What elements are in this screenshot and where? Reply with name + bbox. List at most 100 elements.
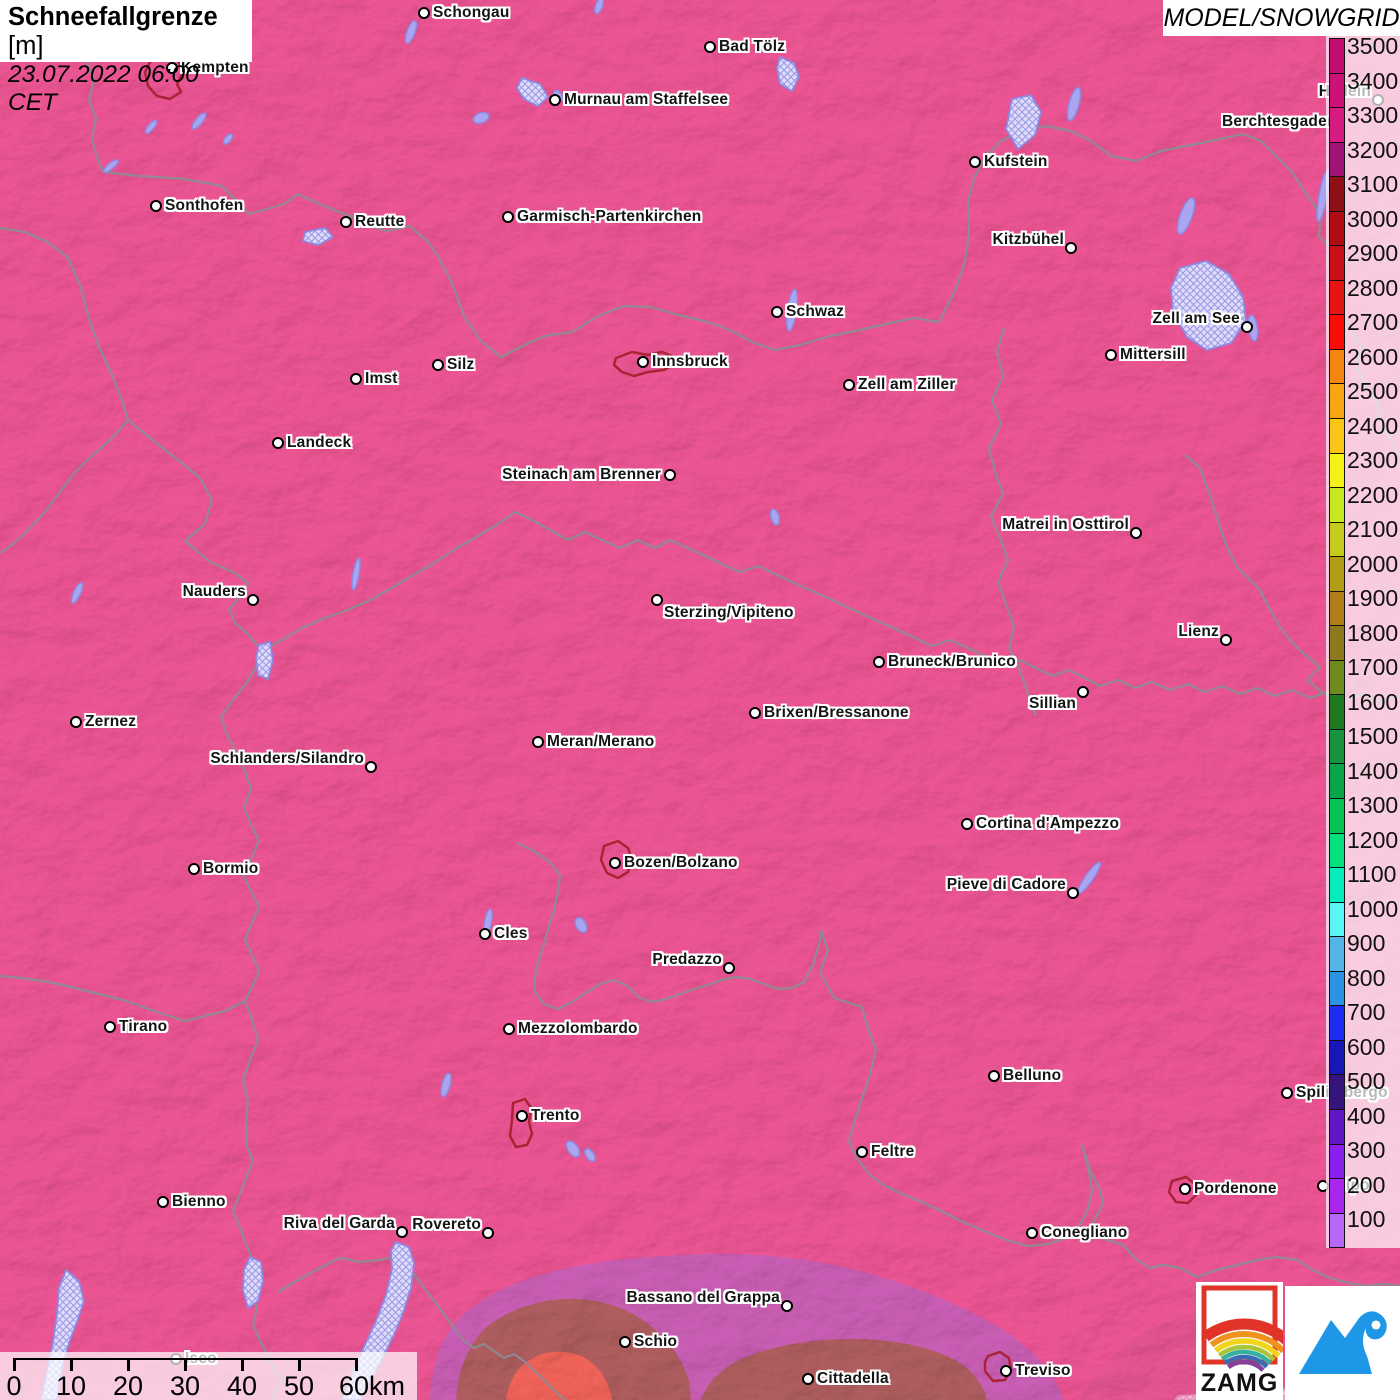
- city-dot: [501, 210, 514, 223]
- legend-color-segment: [1330, 488, 1344, 523]
- city-dot: [156, 1195, 169, 1208]
- title-box: Schneefallgrenze [m] 23.07.2022 06:00 CE…: [0, 0, 252, 116]
- legend-colorbar: [1329, 38, 1345, 1248]
- city-label: Imst: [365, 370, 398, 387]
- legend-tick-label: 3000: [1347, 206, 1399, 232]
- city-dot: [1240, 320, 1253, 333]
- city-label: Innsbruck: [652, 353, 728, 370]
- legend-tick-label: 100: [1347, 1206, 1386, 1232]
- city-dot: [1219, 633, 1232, 646]
- legend-tick-label: 500: [1347, 1068, 1386, 1094]
- legend-tick-label: 2700: [1347, 309, 1399, 335]
- city-dot: [636, 355, 649, 368]
- city-label: Bormio: [203, 860, 259, 877]
- city-label: Schwaz: [786, 303, 845, 320]
- city-label: Bassano del Grappa: [626, 1289, 780, 1306]
- city-label: Pieve di Cadore: [946, 876, 1066, 893]
- legend-tick-label: 1900: [1347, 585, 1399, 611]
- legend-color-segment: [1330, 522, 1344, 558]
- city-dot: [531, 735, 544, 748]
- scalebar-tick: [13, 1358, 16, 1371]
- city-dot: [271, 436, 284, 449]
- legend-color-segment: [1330, 729, 1344, 765]
- city-dot: [69, 715, 82, 728]
- legend-tick-label: 400: [1347, 1103, 1386, 1129]
- legend-tick-label: 1300: [1347, 792, 1399, 818]
- city-label: Cles: [494, 925, 528, 942]
- city-dot: [1129, 526, 1142, 539]
- city-label: Meran/Merano: [547, 733, 655, 750]
- legend-tick-label: 2400: [1347, 413, 1399, 439]
- city-label: Tirano: [119, 1018, 168, 1035]
- city-dot: [650, 593, 663, 606]
- legend-color-segment: [1330, 1006, 1344, 1041]
- city-label: Bruneck/Brunico: [888, 653, 1016, 670]
- city-label: Schongau: [433, 4, 510, 21]
- city-dot: [1104, 348, 1117, 361]
- city-dot: [987, 1069, 1000, 1082]
- city-label: Silz: [447, 356, 475, 373]
- legend-tick-label: 1600: [1347, 689, 1399, 715]
- city-dot: [187, 862, 200, 875]
- city-dot: [608, 856, 621, 869]
- legend-tick-label: 1000: [1347, 896, 1399, 922]
- legend-color-segment: [1330, 177, 1344, 212]
- legend-color-segment: [1330, 764, 1344, 800]
- model-label: MODEL/SNOWGRID: [1163, 0, 1400, 36]
- legend-tick-label: 700: [1347, 999, 1386, 1025]
- scalebar-tick: [70, 1358, 73, 1371]
- city-dot: [1076, 685, 1089, 698]
- legend-color-segment: [1330, 971, 1344, 1007]
- legend-color-segment: [1330, 1040, 1344, 1076]
- city-dot: [618, 1335, 631, 1348]
- legend-color-segment: [1330, 868, 1344, 903]
- snowgrid-map-page: Schongau Bad Tölz Kempten Murnau am Staffel…: [0, 0, 1400, 1400]
- legend-color-segment: [1330, 349, 1344, 385]
- city-label: Conegliano: [1041, 1224, 1128, 1241]
- partner-logo: [1285, 1286, 1400, 1400]
- title-unit: [m]: [8, 32, 44, 60]
- city-label: Cittadella: [817, 1370, 889, 1387]
- legend-tick-label: 3400: [1347, 68, 1399, 94]
- city-label: Pordenone: [1194, 1180, 1277, 1197]
- city-dot: [1025, 1226, 1038, 1239]
- city-dot: [364, 760, 377, 773]
- city-dot: [1280, 1086, 1293, 1099]
- city-label: Mittersill: [1120, 346, 1186, 363]
- city-label: Kitzbühel: [992, 231, 1064, 248]
- legend-tick-label: 900: [1347, 930, 1386, 956]
- mountain-curl-notch: [1371, 1320, 1381, 1330]
- city-label: Murnau am Staffelsee: [564, 91, 729, 108]
- city-label: Sillian: [1028, 695, 1076, 712]
- city-dot: [663, 468, 676, 481]
- city-dot: [548, 93, 561, 106]
- city-label: Lienz: [1178, 623, 1219, 640]
- city-label: Sonthofen: [165, 197, 244, 214]
- legend-tick-label: 2000: [1347, 551, 1399, 577]
- city-dot: [770, 305, 783, 318]
- legend-color-segment: [1330, 39, 1344, 74]
- city-label: Brixen/Bressanone: [764, 704, 909, 721]
- city-label: Zell am Ziller: [858, 376, 956, 393]
- legend-color-segment: [1330, 902, 1344, 938]
- legend-color-segment: [1330, 280, 1344, 316]
- city-label: Garmisch-Partenkirchen: [517, 208, 702, 225]
- city-dot: [960, 817, 973, 830]
- mountain-icon: [1299, 1311, 1387, 1374]
- city-label: Zell am See: [1152, 310, 1240, 327]
- city-label: Predazzo: [652, 951, 722, 968]
- city-label: Treviso: [1015, 1362, 1071, 1379]
- city-label: Feltre: [871, 1143, 915, 1160]
- scalebar-tick-label: 60km: [338, 1371, 406, 1400]
- legend-tick-label: 300: [1347, 1137, 1386, 1163]
- scalebar-tick: [298, 1358, 301, 1371]
- city-dot: [1066, 886, 1079, 899]
- city-label: Belluno: [1003, 1067, 1062, 1084]
- mountain-shape: [1299, 1311, 1387, 1374]
- city-dot: [872, 655, 885, 668]
- city-label: Kufstein: [984, 153, 1048, 170]
- legend-color-segment: [1330, 419, 1344, 454]
- legend-tick-label: 2500: [1347, 378, 1399, 404]
- city-label: Matrei in Osttirol: [1002, 516, 1129, 533]
- scalebar-tick: [127, 1358, 130, 1371]
